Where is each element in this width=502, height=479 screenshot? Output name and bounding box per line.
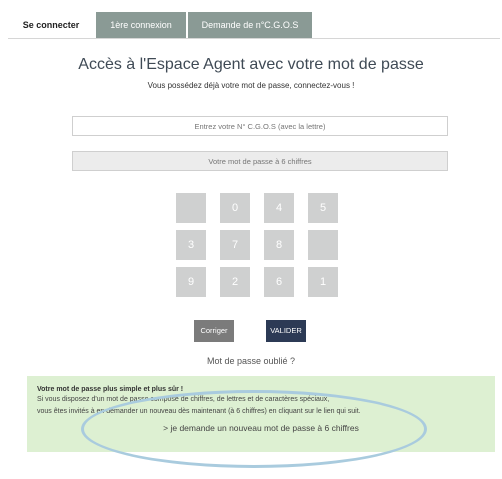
highlight-ellipse	[81, 390, 427, 468]
tab-demande-cgos[interactable]: Demande de n°C.G.O.S	[188, 12, 312, 38]
keypad-key[interactable]: 4	[264, 193, 294, 223]
keypad-key[interactable]: 2	[220, 267, 250, 297]
tab-divider	[8, 38, 500, 39]
tab-se-connecter[interactable]: Se connecter	[8, 12, 94, 38]
correct-button[interactable]: Corriger	[194, 320, 234, 342]
keypad-key[interactable]: 5	[308, 193, 338, 223]
keypad-key[interactable]: 0	[220, 193, 250, 223]
keypad-key[interactable]: 6	[264, 267, 294, 297]
keypad-key[interactable]: 1	[308, 267, 338, 297]
tab-premiere-connexion[interactable]: 1ère connexion	[96, 12, 186, 38]
keypad-key[interactable]	[308, 230, 338, 260]
cgos-number-input[interactable]	[72, 116, 448, 136]
password-field[interactable]	[72, 151, 448, 171]
tab-bar: Se connecter 1ère connexion Demande de n…	[8, 12, 500, 38]
keypad-key[interactable]	[176, 193, 206, 223]
keypad-key[interactable]: 8	[264, 230, 294, 260]
forgot-password-link[interactable]: Mot de passe oublié ?	[0, 356, 502, 366]
keypad-key[interactable]: 3	[176, 230, 206, 260]
keypad-key[interactable]: 9	[176, 267, 206, 297]
page-title: Accès à l'Espace Agent avec votre mot de…	[78, 56, 424, 73]
page-subtitle: Vous possédez déjà votre mot de passe, c…	[147, 81, 355, 90]
validate-button[interactable]: VALIDER	[266, 320, 306, 342]
keypad-key[interactable]: 7	[220, 230, 250, 260]
